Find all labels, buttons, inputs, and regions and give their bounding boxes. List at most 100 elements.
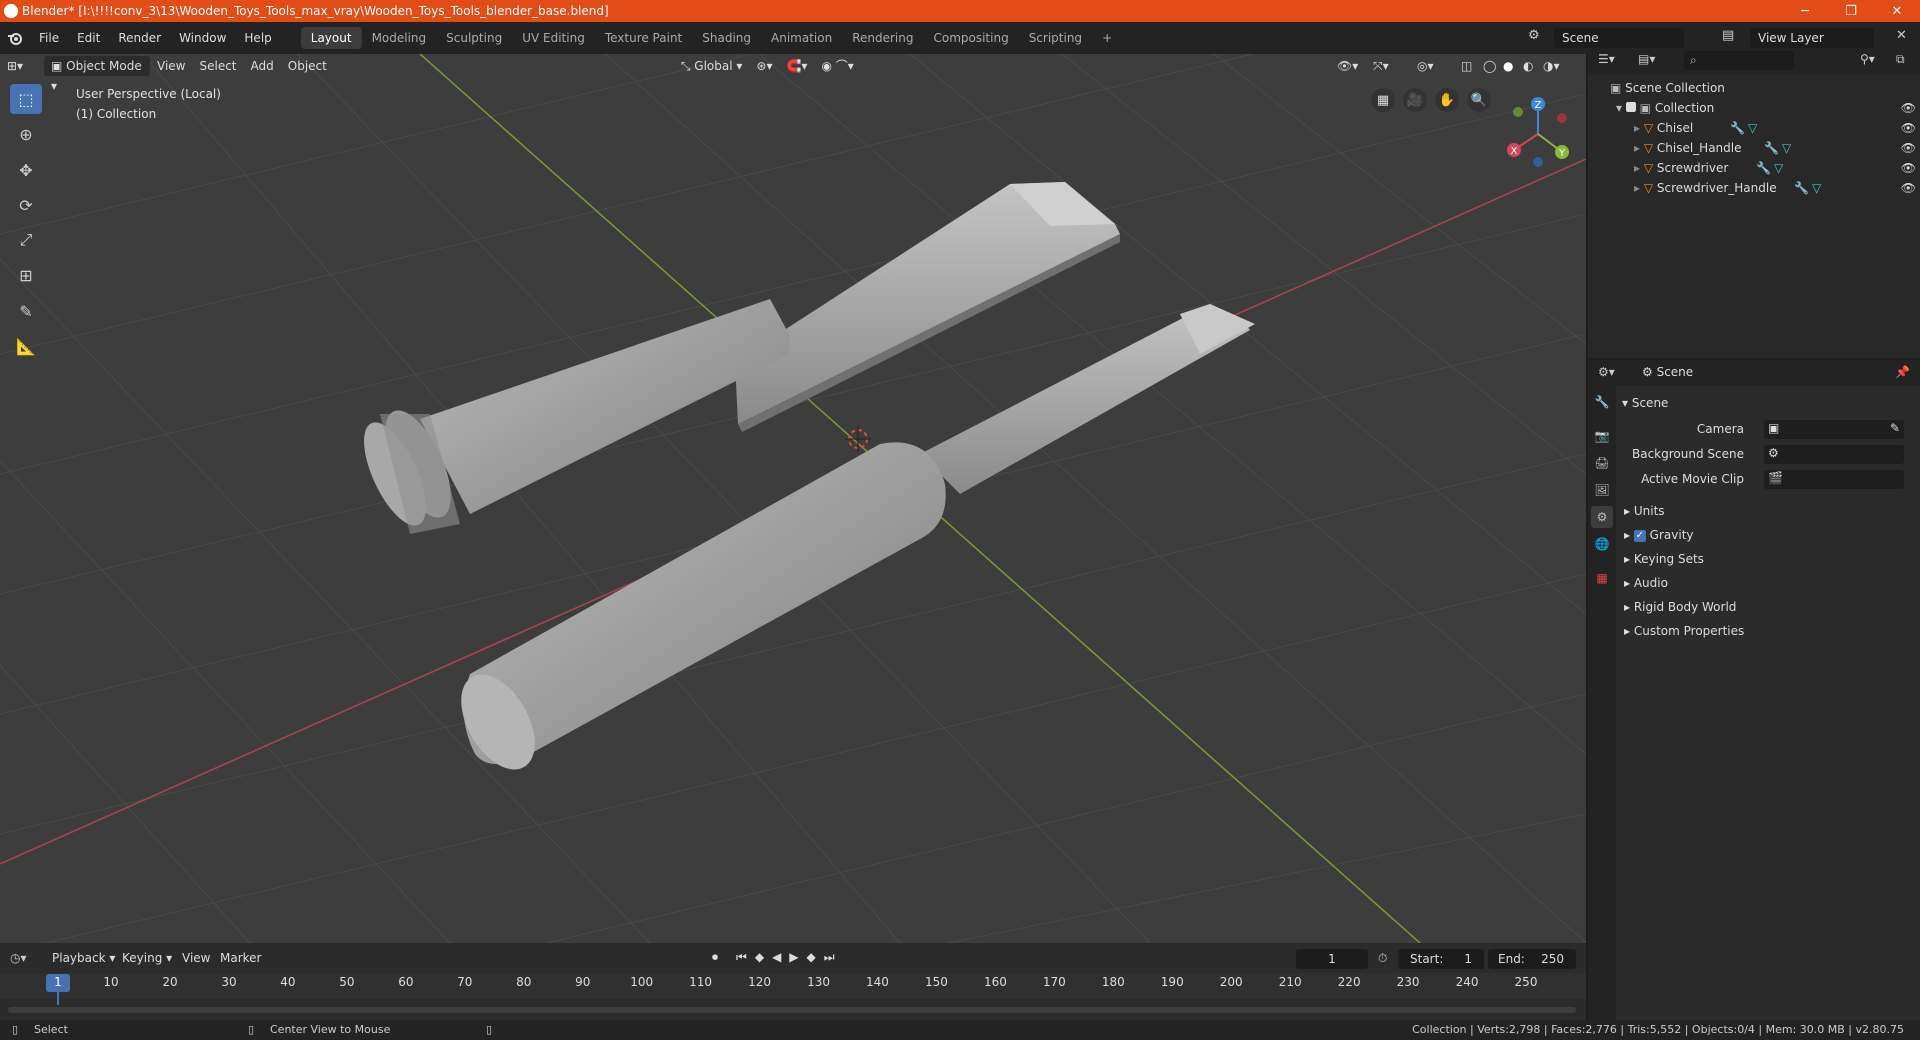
scene-collection-row[interactable]: ▣ Scene Collection: [1610, 78, 1725, 98]
properties-editor-icon[interactable]: ⚙▾: [1598, 365, 1615, 379]
tab-compositing[interactable]: Compositing: [923, 27, 1018, 49]
proportional-edit-icon[interactable]: ◉ ⌒▾: [814, 56, 860, 76]
expand-arrow-icon[interactable]: ▸: [1634, 141, 1644, 155]
pan-hand-icon[interactable]: ✋: [1435, 88, 1459, 112]
menu-view[interactable]: View: [150, 56, 192, 76]
rigid-body-world-panel-header[interactable]: ▸ Rigid Body World: [1624, 596, 1736, 618]
minimize-button[interactable]: ─: [1782, 0, 1828, 22]
timeline-view-menu[interactable]: View: [182, 951, 210, 965]
rotate-tool-icon[interactable]: ⟳: [10, 190, 42, 220]
tab-texture-paint[interactable]: Texture Paint: [595, 27, 692, 49]
tab-modeling[interactable]: Modeling: [362, 27, 437, 49]
units-panel-header[interactable]: ▸ Units: [1624, 500, 1665, 522]
view-layer-selector[interactable]: View Layer: [1750, 28, 1874, 48]
outliner-search-input[interactable]: ⌕: [1684, 51, 1794, 70]
gravity-checkbox[interactable]: ✓: [1633, 529, 1646, 542]
stopwatch-icon[interactable]: ⏱: [1378, 951, 1387, 966]
outliner-editor-icon[interactable]: ☰▾: [1598, 52, 1615, 66]
collection-checkbox[interactable]: [1625, 102, 1636, 112]
output-tab-icon[interactable]: 🖨: [1591, 452, 1613, 474]
visibility-eye-icon[interactable]: 👁: [1901, 178, 1916, 198]
annotate-tool-icon[interactable]: ✎: [10, 296, 42, 326]
camera-view-icon[interactable]: 🎥: [1403, 88, 1427, 112]
timeline-scrollbar[interactable]: [8, 1007, 1576, 1013]
jump-end-icon[interactable]: ⏭: [824, 950, 835, 965]
scene-panel-header[interactable]: ▾ Scene: [1622, 392, 1668, 414]
visibility-icon[interactable]: 👁▾: [1330, 56, 1365, 76]
menu-edit[interactable]: Edit: [68, 22, 109, 54]
mode-selector[interactable]: ▣ Object Mode ▾: [44, 56, 150, 93]
collection-row[interactable]: ▾ ▣ Collection 👁: [1616, 98, 1916, 118]
neg-y-axis-icon[interactable]: [1513, 107, 1523, 117]
transform-orientation-selector[interactable]: ⤡ Global ▾: [674, 56, 750, 76]
mesh-data-icon[interactable]: ▽: [1782, 138, 1791, 158]
select-box-icon[interactable]: ⬚: [10, 84, 42, 114]
tab-shading[interactable]: Shading: [692, 27, 761, 49]
gizmo-toggle-icon[interactable]: ⤧▾: [1366, 56, 1396, 76]
play-icon[interactable]: ▶: [789, 950, 798, 965]
expand-arrow-icon[interactable]: ▸: [1634, 121, 1644, 135]
move-tool-icon[interactable]: ✥: [10, 155, 42, 185]
new-collection-icon[interactable]: ⧉: [1896, 52, 1905, 67]
scene-tab-icon[interactable]: ⚙: [1591, 506, 1613, 528]
outliner-item[interactable]: ▸ ▽ Chisel 🔧 ▽ 👁: [1634, 118, 1916, 138]
pivot-icon[interactable]: ⊛▾: [749, 56, 779, 76]
menu-object[interactable]: Object: [281, 56, 334, 76]
record-icon[interactable]: ⏺: [712, 950, 718, 965]
scale-tool-icon[interactable]: ⤢: [10, 225, 42, 255]
marker-menu[interactable]: Marker: [220, 951, 261, 965]
tab-layout[interactable]: Layout: [300, 27, 362, 49]
outliner-item[interactable]: ▸ ▽ Screwdriver_Handle 🔧 ▽ 👁: [1634, 178, 1916, 198]
eyedropper-icon[interactable]: ✎: [1890, 421, 1900, 435]
3d-viewport[interactable]: ⊞▾ ▣ Object Mode ▾ View Select Add Objec…: [0, 54, 1586, 943]
zoom-icon[interactable]: 🔍: [1467, 88, 1491, 112]
menu-file[interactable]: File: [30, 22, 68, 54]
modifier-wrench-icon[interactable]: 🔧: [1756, 158, 1771, 178]
filter-icon[interactable]: ⚲▾: [1860, 52, 1875, 66]
audio-panel-header[interactable]: ▸ Audio: [1624, 572, 1668, 594]
overlay-toggle-icon[interactable]: ◎▾: [1410, 56, 1441, 76]
view-layer-icon[interactable]: ▤: [1722, 28, 1738, 48]
gravity-panel-header[interactable]: ▸ ✓ Gravity: [1624, 524, 1694, 546]
jump-keyframe-forward-icon[interactable]: ◆: [807, 950, 816, 965]
render-tab-icon[interactable]: 📷: [1591, 425, 1613, 447]
visibility-eye-icon[interactable]: 👁: [1901, 158, 1916, 178]
scene-selector[interactable]: Scene: [1554, 28, 1684, 48]
expand-arrow-icon[interactable]: ▾: [1616, 101, 1626, 115]
keying-sets-panel-header[interactable]: ▸ Keying Sets: [1624, 548, 1704, 570]
grid-view-icon[interactable]: ▦: [1371, 88, 1395, 112]
active-movie-clip-field[interactable]: 🎬: [1764, 470, 1904, 489]
expand-arrow-icon[interactable]: ▸: [1634, 161, 1644, 175]
custom-properties-panel-header[interactable]: ▸ Custom Properties: [1624, 620, 1744, 642]
modifier-wrench-icon[interactable]: 🔧: [1730, 118, 1745, 138]
texture-tab-icon[interactable]: ▦: [1591, 567, 1613, 589]
blender-menu-icon[interactable]: [0, 22, 30, 54]
tool-tab-icon[interactable]: 🔧: [1591, 391, 1613, 413]
current-frame-field[interactable]: 1: [1296, 949, 1368, 969]
background-scene-field[interactable]: ⚙: [1764, 445, 1904, 464]
expand-arrow-icon[interactable]: ▸: [1634, 181, 1644, 195]
camera-field[interactable]: ▣ ✎: [1764, 420, 1904, 439]
display-mode-icon[interactable]: ▤▾: [1638, 52, 1655, 66]
mesh-data-icon[interactable]: ▽: [1812, 178, 1821, 198]
menu-help[interactable]: Help: [235, 22, 280, 54]
keying-menu[interactable]: Keying ▾: [122, 951, 172, 965]
3d-cursor-icon[interactable]: [845, 426, 871, 452]
screwdriver-handle-mesh[interactable]: [446, 442, 946, 782]
menu-add[interactable]: Add: [244, 56, 281, 76]
tab-uv-editing[interactable]: UV Editing: [512, 27, 595, 49]
snap-icon[interactable]: 🧲▾: [779, 56, 814, 76]
view-layer-tab-icon[interactable]: 🖼: [1591, 479, 1613, 501]
visibility-eye-icon[interactable]: 👁: [1901, 138, 1916, 158]
play-reverse-icon[interactable]: ◀: [772, 950, 781, 965]
menu-render[interactable]: Render: [109, 22, 170, 54]
navigation-gizmo[interactable]: Z X Y: [1496, 92, 1580, 176]
restore-button[interactable]: ❐: [1828, 0, 1874, 22]
outliner-item[interactable]: ▸ ▽ Screwdriver 🔧 ▽ 👁: [1634, 158, 1916, 178]
mesh-data-icon[interactable]: ▽: [1748, 118, 1757, 138]
world-tab-icon[interactable]: 🌐: [1591, 533, 1613, 555]
neg-z-axis-icon[interactable]: [1533, 157, 1543, 167]
jump-keyframe-back-icon[interactable]: ◆: [755, 950, 764, 965]
timeline-editor-icon[interactable]: ◷▾: [10, 951, 27, 965]
measure-tool-icon[interactable]: 📐: [10, 331, 42, 361]
